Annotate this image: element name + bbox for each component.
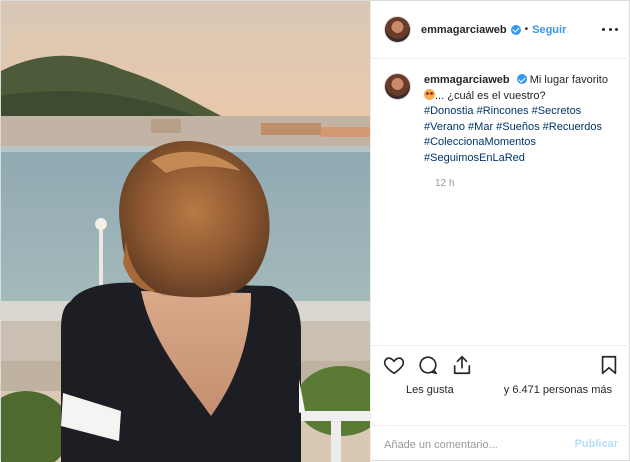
separator-dot: • bbox=[524, 24, 529, 35]
post-header: emmagarciaweb • Seguir bbox=[371, 1, 630, 59]
verified-badge-icon bbox=[516, 74, 527, 84]
hashtag-link[interactable]: #Recuerdos bbox=[543, 121, 602, 133]
follow-button[interactable]: Seguir bbox=[532, 24, 566, 36]
heart-icon[interactable] bbox=[383, 354, 405, 376]
share-icon[interactable] bbox=[451, 354, 473, 376]
caption-avatar[interactable] bbox=[384, 73, 411, 100]
caption-text: emmagarciaweb Mi lugar favorito ... ¿cuá… bbox=[424, 73, 619, 166]
photo-illustration bbox=[1, 1, 370, 462]
post-timestamp[interactable]: 12 h bbox=[435, 178, 619, 189]
likes-label[interactable]: Les gusta bbox=[406, 384, 454, 396]
more-options-icon[interactable] bbox=[602, 21, 618, 37]
hashtag-link[interactable]: #ColeccionaMomentos bbox=[424, 136, 536, 148]
publish-button[interactable]: Publicar bbox=[575, 438, 618, 450]
comment-input[interactable] bbox=[384, 436, 554, 454]
actions-area: Les gusta y 6.471 personas más Publicar bbox=[371, 345, 630, 462]
username[interactable]: emmagarciaweb bbox=[421, 24, 507, 36]
hashtag-link[interactable]: #SeguimosEnLaRed bbox=[424, 152, 525, 164]
caption-line2: ... ¿cuál es el vuestro? bbox=[435, 89, 546, 102]
instagram-post: emmagarciaweb • Seguir emmagarciaweb Mi … bbox=[0, 0, 630, 462]
hashtag-link[interactable]: #Donostia bbox=[424, 105, 474, 117]
verified-badge-icon bbox=[510, 24, 521, 35]
caption-username[interactable]: emmagarciaweb bbox=[424, 74, 510, 86]
hashtag-link[interactable]: #Secretos bbox=[532, 105, 582, 117]
hashtag-link[interactable]: #Sueños bbox=[496, 121, 539, 133]
post-photo[interactable] bbox=[1, 1, 370, 462]
hashtag-link[interactable]: #Rincones bbox=[477, 105, 529, 117]
hashtag-link[interactable]: #Mar bbox=[468, 121, 493, 133]
post-details-panel: emmagarciaweb • Seguir emmagarciaweb Mi … bbox=[370, 1, 630, 462]
avatar[interactable] bbox=[384, 16, 411, 43]
comments-section: emmagarciaweb Mi lugar favorito ... ¿cuá… bbox=[371, 59, 630, 345]
hashtag-link[interactable]: #Verano bbox=[424, 121, 465, 133]
action-icons bbox=[383, 354, 473, 376]
star-struck-emoji-icon bbox=[424, 88, 435, 100]
divider bbox=[371, 425, 630, 426]
caption-line1: Mi lugar favorito bbox=[529, 74, 608, 86]
comment-bubble-icon[interactable] bbox=[417, 354, 439, 376]
bookmark-icon[interactable] bbox=[598, 354, 620, 376]
caption: emmagarciaweb Mi lugar favorito ... ¿cuá… bbox=[384, 73, 619, 166]
likes-count[interactable]: y 6.471 personas más bbox=[504, 384, 612, 396]
